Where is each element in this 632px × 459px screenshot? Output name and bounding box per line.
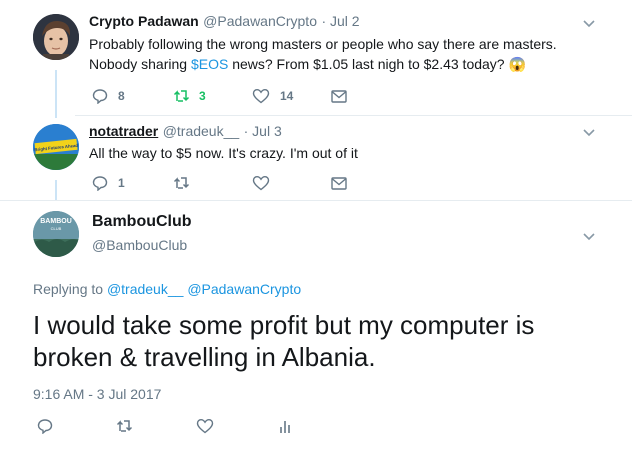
- tweet-text-line: Probably following the wrong masters or …: [89, 36, 557, 52]
- reply-to-link[interactable]: @PadawanCrypto: [187, 281, 301, 297]
- envelope-icon: [331, 90, 347, 103]
- reply-button[interactable]: [37, 418, 53, 434]
- text-segment: Nobody sharing: [89, 56, 191, 72]
- chevron-down-icon[interactable]: [581, 124, 597, 140]
- tweet-text-line: broken & travelling in Albania.: [33, 342, 376, 372]
- tweet-text-line: I would take some profit but my computer…: [33, 310, 535, 340]
- author-handle[interactable]: @tradeuk__: [163, 123, 239, 139]
- retweet-icon: [173, 90, 190, 102]
- message-button[interactable]: [331, 177, 347, 190]
- reply-count: 1: [118, 176, 125, 190]
- author-name[interactable]: Crypto Padawan: [89, 13, 199, 29]
- tweet-text: All the way to $5 now. It's crazy. I'm o…: [89, 145, 358, 161]
- reply-icon: [37, 419, 53, 434]
- retweet-button[interactable]: 3: [173, 88, 206, 104]
- envelope-icon: [331, 177, 347, 190]
- thread-line-1: [55, 70, 57, 118]
- text-segment: news? From $1.05 last nigh to $2.43 toda…: [228, 56, 505, 72]
- tweet-text: Probably following the wrong masters or …: [89, 34, 557, 74]
- message-button[interactable]: [331, 90, 347, 103]
- avatar[interactable]: Bright Futures Ahead: [33, 124, 79, 170]
- replying-label: Replying to: [33, 281, 104, 297]
- main-tweet-text: I would take some profit but my computer…: [33, 309, 534, 373]
- analytics-button[interactable]: [278, 418, 292, 434]
- like-button[interactable]: [196, 418, 214, 434]
- reply-to-link[interactable]: @tradeuk__: [107, 281, 183, 297]
- reply-icon: [92, 89, 108, 104]
- heart-icon: [252, 175, 270, 191]
- like-count: 14: [280, 89, 294, 103]
- divider: [75, 115, 632, 116]
- like-button[interactable]: [252, 175, 270, 191]
- retweet-button[interactable]: [116, 418, 134, 434]
- heart-icon: [252, 88, 270, 104]
- reply-count: 8: [118, 89, 125, 103]
- reply-button[interactable]: 1: [92, 175, 125, 191]
- author-name[interactable]: notatrader: [89, 123, 158, 139]
- avatar-brand-text: BAMBOU: [40, 218, 72, 225]
- retweet-icon: [116, 420, 133, 432]
- tweet-date[interactable]: · Jul 3: [244, 123, 282, 139]
- avatar-brand-subtext: CLUB: [51, 226, 62, 231]
- chevron-down-icon[interactable]: [581, 15, 597, 31]
- tweet-date[interactable]: · Jul 2: [321, 13, 359, 29]
- author-handle[interactable]: @PadawanCrypto: [203, 13, 317, 29]
- retweet-button[interactable]: [173, 175, 191, 191]
- replying-to: Replying to @tradeuk__ @PadawanCrypto: [33, 281, 301, 297]
- analytics-icon: [280, 421, 290, 433]
- tweet-timestamp[interactable]: 9:16 AM - 3 Jul 2017: [33, 386, 161, 402]
- tweet-text-line: Nobody sharing $EOS news? From $1.05 las…: [89, 54, 557, 74]
- scream-emoji: 😱: [508, 56, 526, 72]
- divider: [0, 200, 632, 201]
- chevron-down-icon[interactable]: [581, 228, 597, 244]
- retweet-icon: [173, 177, 190, 189]
- cashtag-link[interactable]: $EOS: [191, 56, 228, 72]
- avatar[interactable]: [33, 14, 79, 60]
- reply-button[interactable]: 8: [92, 88, 125, 104]
- main-author-name[interactable]: BambouClub: [92, 213, 192, 231]
- avatar[interactable]: BAMBOU CLUB: [33, 211, 79, 257]
- main-author-handle[interactable]: @BambouClub: [92, 237, 187, 253]
- thread-line-2: [55, 180, 57, 200]
- heart-icon: [196, 418, 214, 434]
- reply-icon: [92, 176, 108, 191]
- retweet-count: 3: [199, 89, 206, 103]
- like-button[interactable]: 14: [252, 88, 293, 104]
